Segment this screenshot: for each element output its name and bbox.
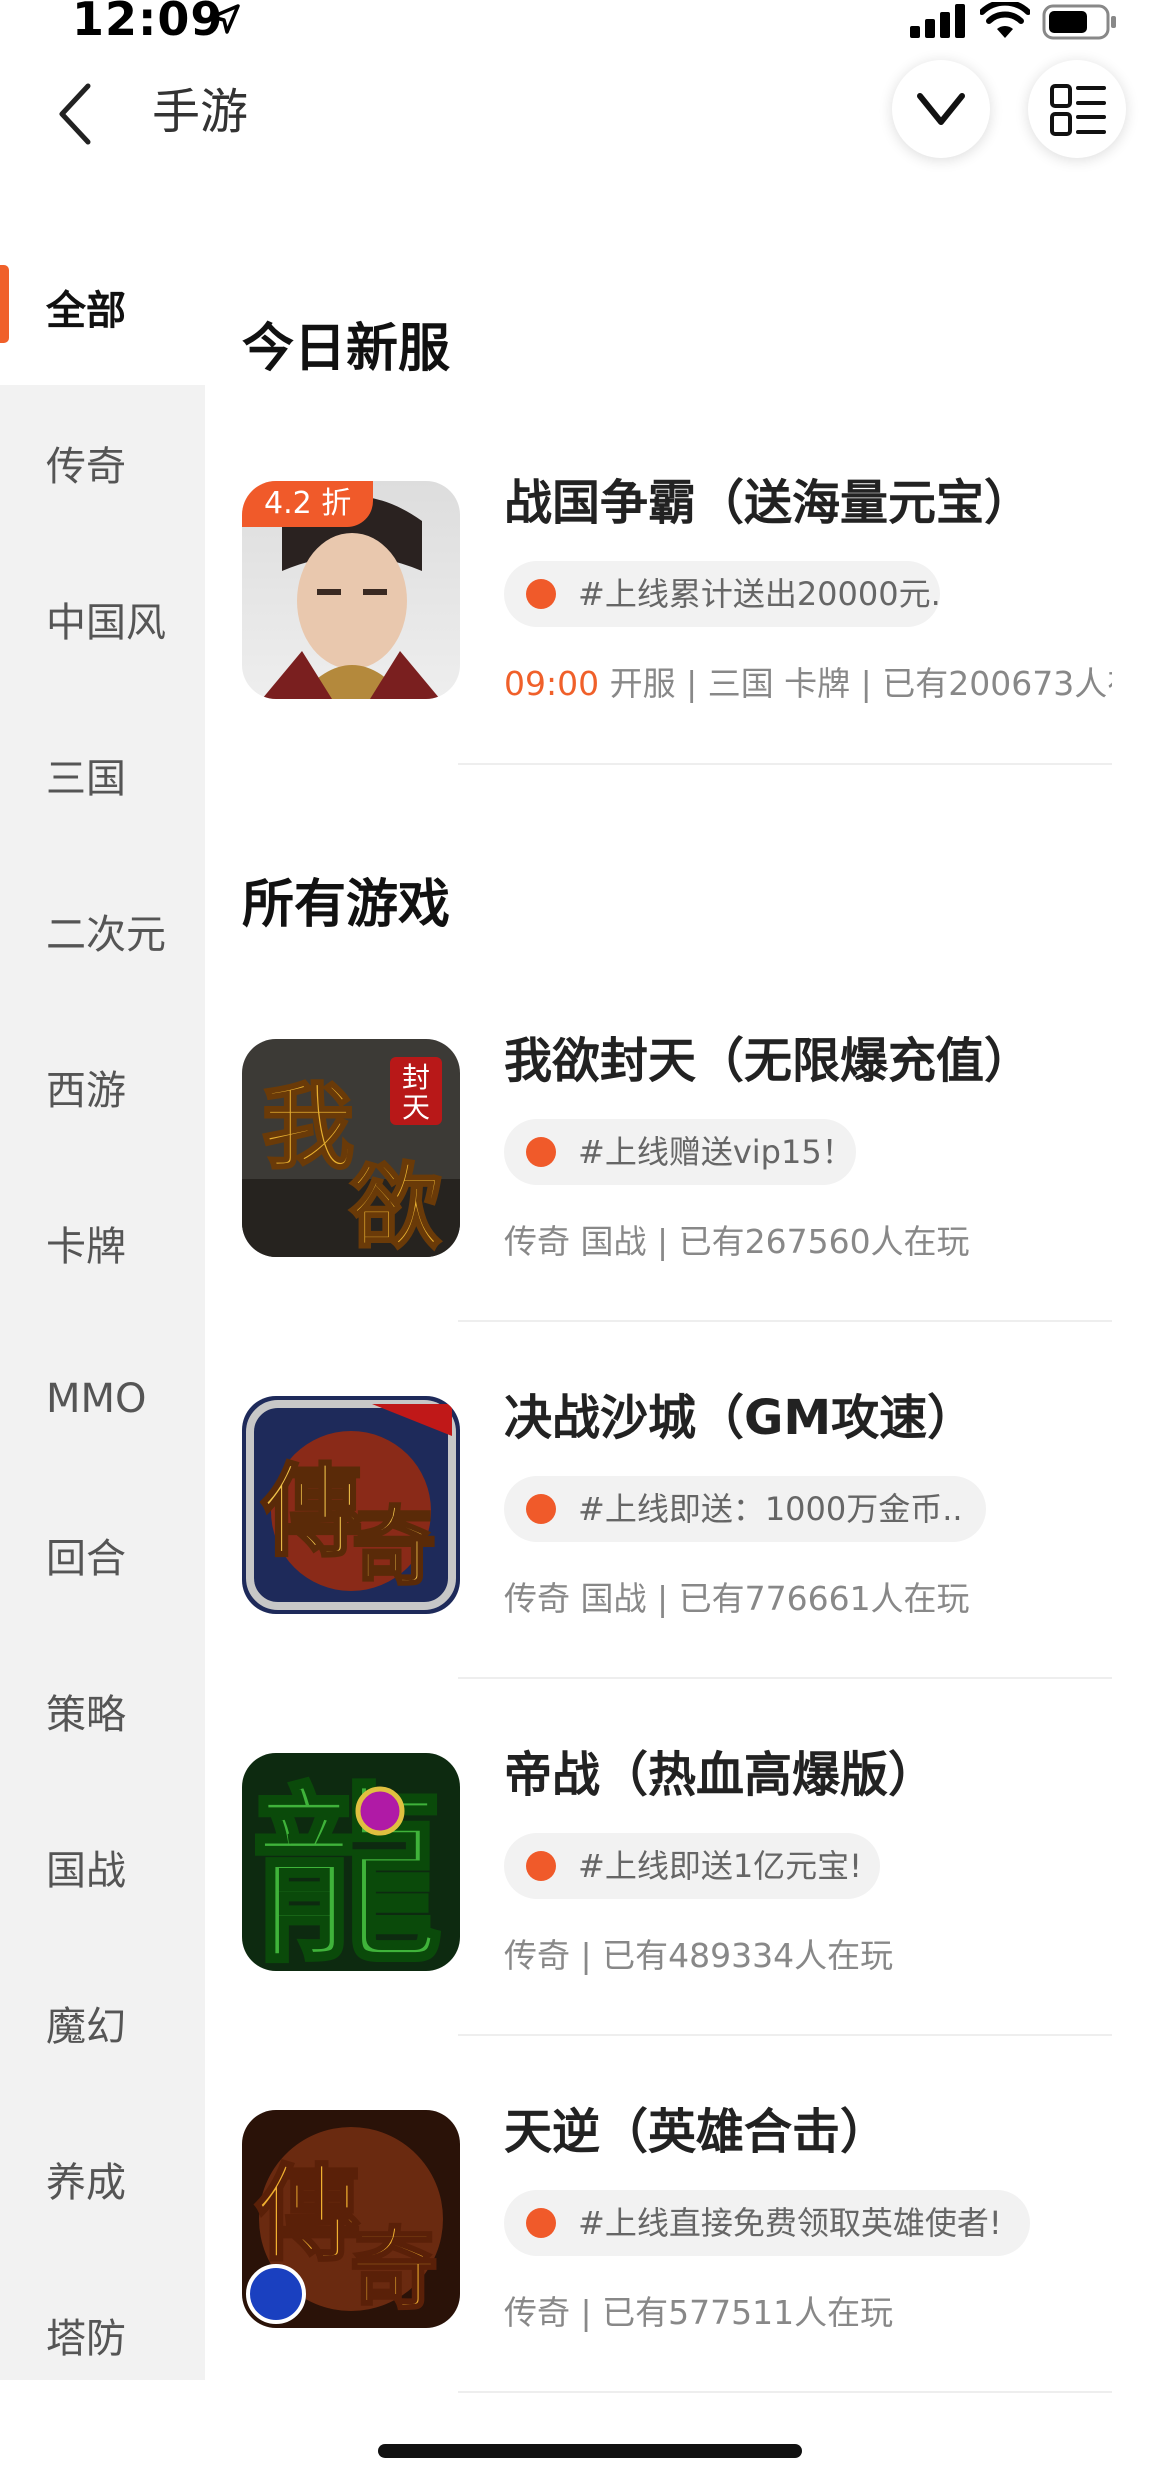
promo-text: #上线直接免费领取英雄使者! (578, 2204, 1002, 2242)
list-grid-icon (1050, 84, 1106, 136)
discount-badge: 4.2 折 (242, 481, 374, 527)
sidebar-item-threekingdoms[interactable]: 三国 (0, 697, 205, 853)
sidebar-item-journey[interactable]: 西游 (0, 1009, 205, 1165)
sidebar-item-towerdefense[interactable]: 塔防 (0, 2257, 205, 2413)
section-title-all: 所有游戏 (242, 875, 451, 935)
game-meta: 传奇 国战 | 已有776661人在玩 (504, 1579, 970, 1618)
sidebar-item-label: 塔防 (46, 2316, 126, 2362)
svg-text:天: 天 (402, 1091, 430, 1124)
sidebar-item-label: 三国 (46, 756, 126, 802)
chevron-down-icon (917, 93, 965, 125)
svg-text:封: 封 (402, 1061, 430, 1094)
game-card[interactable]: 龍 帝战（热血高爆版） #上线即送1亿元宝! 传奇 | 已有489334人在玩 (242, 1747, 1112, 2105)
game-icon: 傳 奇 (242, 1396, 460, 1614)
divider (458, 763, 1112, 765)
game-card[interactable]: 傳 奇 天逆（英雄合击） #上线直接免费领取英雄使者! 传奇 | 已有57751… (242, 2104, 1112, 2462)
location-arrow-icon (210, 4, 240, 34)
expand-dropdown-button[interactable] (892, 60, 990, 158)
sidebar-item-label: MMO (46, 1376, 147, 1422)
sidebar-item-fantasy[interactable]: 魔幻 (0, 1945, 205, 2101)
svg-text:我: 我 (262, 1073, 354, 1181)
divider (458, 1677, 1112, 1679)
sidebar-item-turn[interactable]: 回合 (0, 1477, 205, 1633)
game-meta: 传奇 国战 | 已有267560人在玩 (504, 1222, 970, 1261)
game-icon: 龍 (242, 1753, 460, 1971)
sidebar-item-nationwar[interactable]: 国战 (0, 1789, 205, 1945)
divider (458, 2391, 1112, 2393)
section-title-today: 今日新服 (242, 319, 451, 379)
game-icon: 傳 奇 (242, 2110, 460, 2328)
promo-text: #上线即送1亿元宝! (578, 1847, 863, 1885)
sidebar-item-label: 养成 (46, 2160, 126, 2206)
svg-text:欲: 欲 (349, 1153, 442, 1257)
sidebar-item-mmo[interactable]: MMO (0, 1321, 205, 1477)
sidebar-item-label: 二次元 (46, 912, 166, 958)
game-card[interactable]: 4.2 折 战国争霸（送海量元宝） #上线累计送出20000元.. 09:00 … (242, 475, 1112, 833)
sidebar-item-label: 卡牌 (46, 1224, 126, 1270)
hashtag-icon (526, 2208, 556, 2238)
sidebar-item-strategy[interactable]: 策略 (0, 1633, 205, 1789)
promo-text: #上线即送：1000万金币.. (578, 1490, 963, 1528)
hashtag-icon (526, 579, 556, 609)
sidebar-item-label: 中国风 (46, 600, 166, 646)
divider (458, 1320, 1112, 1322)
hashtag-icon (526, 1137, 556, 1167)
sidebar-item-label: 全部 (46, 288, 126, 334)
game-icon: 我 欲 封 天 (242, 1039, 460, 1257)
promo-tag: #上线即送：1000万金币.. (504, 1476, 986, 1542)
sidebar-item-label: 西游 (46, 1068, 126, 1114)
sidebar-item-all[interactable]: 全部 (0, 229, 205, 385)
svg-text:奇: 奇 (350, 2217, 438, 2321)
meta-text: 开服 | 三国 卡牌 | 已有200673人在玩 (609, 664, 1112, 703)
signal-icon (910, 4, 965, 38)
promo-tag: #上线直接免费领取英雄使者! (504, 2190, 1030, 2256)
list-view-button[interactable] (1028, 60, 1126, 158)
divider (458, 2034, 1112, 2036)
sidebar-item-legend[interactable]: 传奇 (0, 385, 205, 541)
active-indicator (0, 265, 9, 343)
hashtag-icon (526, 1851, 556, 1881)
sidebar-item-anime[interactable]: 二次元 (0, 853, 205, 1009)
home-indicator (378, 2444, 802, 2458)
svg-text:傳: 傳 (255, 2152, 360, 2275)
status-bar: 12:09 (0, 0, 1170, 48)
sidebar-item-nurture[interactable]: 养成 (0, 2101, 205, 2257)
page-title: 手游 (152, 84, 249, 140)
sidebar-item-label: 回合 (46, 1536, 126, 1582)
game-card[interactable]: 傳 奇 决战沙城（GM攻速） #上线即送：1000万金币.. 传奇 国战 | 已… (242, 1390, 1112, 1748)
game-name: 我欲封天（无限爆充值） (504, 1033, 1033, 1089)
game-meta: 传奇 | 已有489334人在玩 (504, 1936, 894, 1975)
hashtag-icon (526, 1494, 556, 1524)
sidebar-item-label: 魔幻 (46, 2004, 126, 2050)
game-name: 决战沙城（GM攻速） (504, 1390, 976, 1446)
sidebar-item-label: 策略 (46, 1692, 126, 1738)
promo-text: #上线赠送vip15！ (578, 1133, 854, 1171)
game-name: 帝战（热血高爆版） (504, 1747, 937, 1803)
promo-tag: #上线即送1亿元宝! (504, 1833, 880, 1899)
sidebar-item-chinese[interactable]: 中国风 (0, 541, 205, 697)
game-name: 天逆（英雄合击） (504, 2104, 889, 2160)
game-meta: 传奇 | 已有577511人在玩 (504, 2293, 894, 2332)
sidebar-item-card[interactable]: 卡牌 (0, 1165, 205, 1321)
open-time: 09:00 (504, 664, 600, 703)
game-meta: 09:00 开服 | 三国 卡牌 | 已有200673人在玩 (504, 657, 1112, 705)
back-button[interactable] (50, 78, 100, 150)
game-card[interactable]: 我 欲 封 天 我欲封天（无限爆充值） #上线赠送vip15！ 传奇 国战 | … (242, 1033, 1112, 1391)
battery-icon (1042, 4, 1116, 40)
sidebar-item-label: 传奇 (46, 444, 126, 490)
promo-text: #上线累计送出20000元.. (578, 575, 940, 613)
svg-text:龍: 龍 (252, 1765, 442, 1971)
sidebar-item-label: 国战 (46, 1848, 126, 1894)
svg-text:奇: 奇 (352, 1497, 436, 1596)
game-name: 战国争霸（送海量元宝） (504, 475, 1033, 531)
svg-text:傳: 傳 (261, 1452, 362, 1570)
status-time: 12:09 (72, 0, 224, 46)
promo-tag: #上线累计送出20000元.. (504, 561, 940, 627)
promo-tag: #上线赠送vip15！ (504, 1119, 856, 1185)
wifi-icon (980, 2, 1030, 38)
